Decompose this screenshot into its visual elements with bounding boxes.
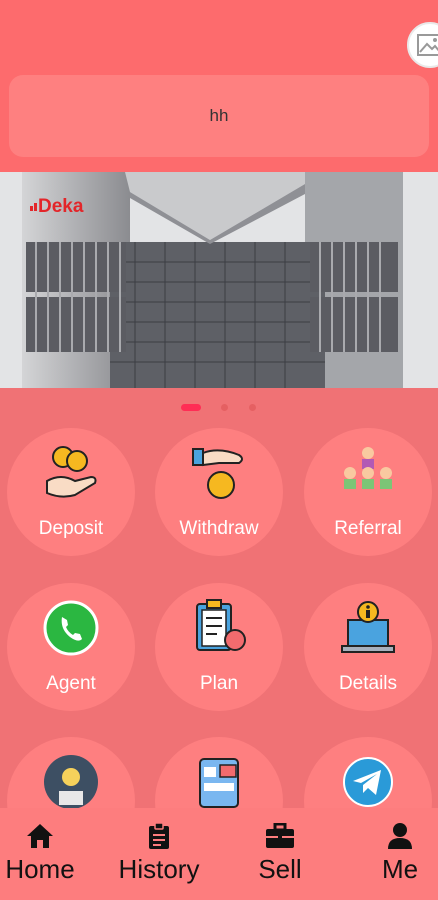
tab-sell-label: Sell	[258, 854, 302, 884]
header: hh	[0, 0, 438, 172]
whatsapp-icon	[40, 597, 102, 659]
support-agent-icon	[40, 751, 102, 813]
deposit-button[interactable]: Deposit	[7, 428, 135, 556]
withdraw-label: Withdraw	[179, 518, 259, 539]
tab-home[interactable]: Home	[0, 808, 80, 900]
agent-button[interactable]: Agent	[7, 583, 135, 711]
tab-sell[interactable]: Sell	[245, 808, 315, 900]
tab-history-label: History	[118, 854, 200, 884]
tab-me-label: Me	[381, 854, 419, 884]
details-button[interactable]: Details	[304, 583, 432, 711]
notice-box: hh	[9, 75, 429, 157]
info-monitor-icon	[337, 597, 399, 659]
carousel-dot-1[interactable]	[181, 404, 201, 411]
plan-button[interactable]: Plan	[155, 583, 283, 711]
carousel-dot-2[interactable]	[221, 404, 228, 411]
tab-me[interactable]: Me	[370, 808, 430, 900]
clipboard-plan-icon	[188, 597, 250, 659]
referral-label: Referral	[334, 518, 402, 539]
image-icon	[417, 34, 438, 56]
home-icon	[25, 822, 55, 850]
briefcase-icon	[265, 822, 295, 850]
clipboard-icon	[148, 822, 170, 850]
app-screens-icon	[188, 751, 250, 813]
carousel-dot-3[interactable]	[249, 404, 256, 411]
referral-button[interactable]: Referral	[304, 428, 432, 556]
notice-text: hh	[209, 106, 229, 125]
bottom-tab-bar: Home History Sell Me	[0, 808, 438, 900]
building-photo: Deka	[0, 172, 438, 388]
banner-carousel[interactable]: Deka	[0, 172, 438, 388]
agent-label: Agent	[46, 673, 96, 694]
coins-hand-icon	[40, 442, 102, 504]
user-icon	[387, 822, 413, 850]
profile-image-button[interactable]	[407, 22, 438, 68]
deka-logo-text: Deka	[38, 196, 84, 217]
carousel-indicators	[0, 404, 438, 414]
details-label: Details	[338, 673, 398, 694]
telegram-icon	[337, 751, 399, 813]
tab-home-label: Home	[5, 854, 75, 884]
plan-label: Plan	[199, 673, 239, 694]
tab-history[interactable]: History	[110, 808, 208, 900]
withdraw-button[interactable]: Withdraw	[155, 428, 283, 556]
hand-coins-icon	[188, 442, 250, 504]
team-icon	[337, 442, 399, 504]
deposit-label: Deposit	[38, 518, 104, 539]
